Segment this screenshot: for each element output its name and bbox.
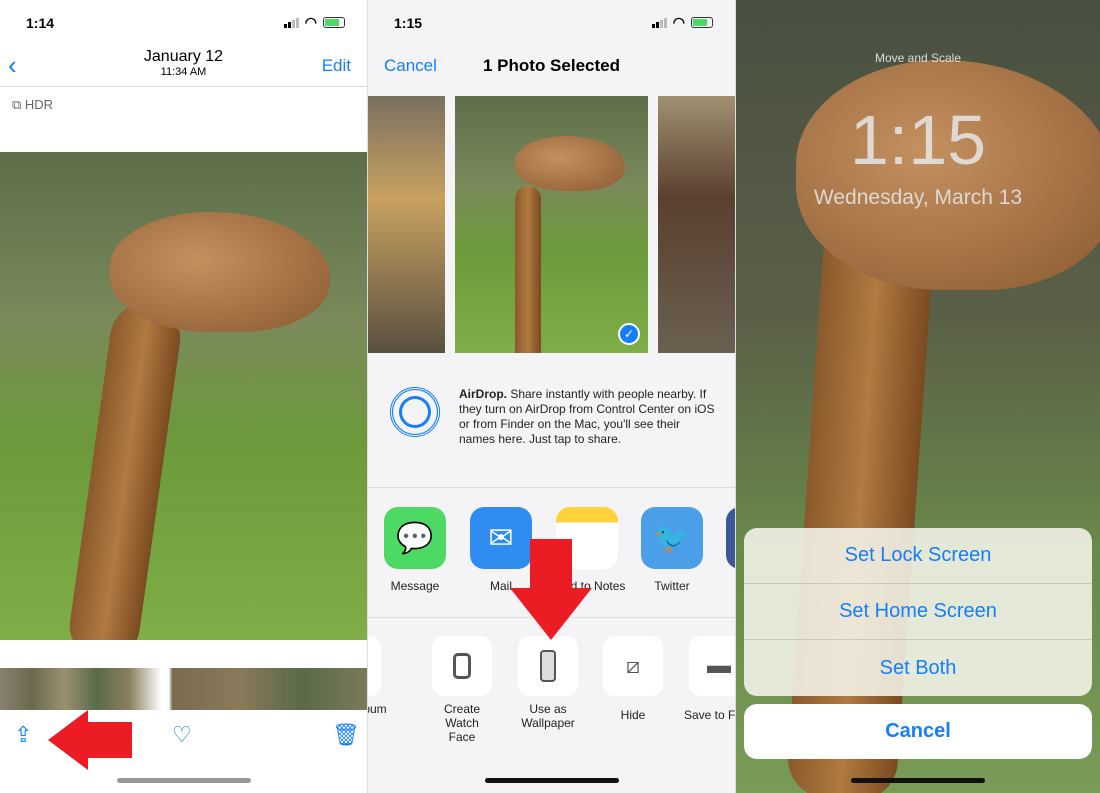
app-twitter[interactable]: 🐦 Twitter xyxy=(641,507,703,593)
red-arrow-down-shaft xyxy=(530,539,572,591)
selection-title: 1 Photo Selected xyxy=(483,56,620,75)
status-time: 1:14 xyxy=(26,15,55,31)
cancel-button[interactable]: Cancel xyxy=(744,704,1092,759)
photos-viewer-screen: 1:14 ◠ ‹ January 12 11:34 AM Edit ⧉ HDR … xyxy=(0,0,367,793)
lock-date: Wednesday, March 13 xyxy=(813,186,1023,209)
photo-thumb-prev[interactable] xyxy=(368,96,445,353)
airdrop-icon xyxy=(390,387,440,437)
red-arrow-down xyxy=(510,588,592,640)
signal-icon xyxy=(283,17,299,28)
photo-thumb-next[interactable] xyxy=(658,96,735,353)
lock-clock: 1:15 xyxy=(849,101,987,179)
home-indicator xyxy=(484,778,619,783)
watch-icon xyxy=(432,636,492,696)
action-add-to-album[interactable]: ⊞Add to Album xyxy=(368,636,396,716)
delete-button[interactable]: 🗑 xyxy=(332,722,360,748)
wifi-icon: ◠ xyxy=(304,14,317,30)
share-sheet-screen: 1:15 ◠ Cancel 1 Photo Selected ✓ AirDrop… xyxy=(368,0,735,793)
action-create-watch-face[interactable]: Create Watch Face xyxy=(417,636,507,744)
red-arrow-left xyxy=(48,710,88,770)
add-album-icon: ⊞ xyxy=(368,636,381,696)
photo-thumb-selected[interactable]: ✓ xyxy=(455,96,648,353)
wallpaper-options-sheet: Set Lock Screen Set Home Screen Set Both xyxy=(744,528,1092,696)
facebook-icon xyxy=(726,507,735,569)
time-subtitle: 11:34 AM xyxy=(160,66,207,78)
phone-icon xyxy=(518,636,578,696)
selected-checkmark-icon: ✓ xyxy=(618,323,640,345)
app-mail[interactable]: ✉ Mail xyxy=(470,507,532,593)
set-home-screen-button[interactable]: Set Home Screen xyxy=(744,584,1092,640)
battery-icon xyxy=(323,17,345,28)
app-message[interactable]: 💬 Message xyxy=(384,507,446,593)
status-bar: 1:14 ◠ xyxy=(0,0,367,40)
hide-icon: ⧄ xyxy=(603,636,663,696)
action-use-as-wallpaper[interactable]: Use as Wallpaper xyxy=(503,636,593,730)
mail-icon: ✉ xyxy=(470,507,532,569)
hdr-badge: ⧉ HDR xyxy=(12,97,54,112)
app-facebook[interactable]: F xyxy=(726,507,735,593)
favorite-button[interactable]: ♡ xyxy=(172,722,192,748)
thumbnail-strip[interactable] xyxy=(0,668,367,710)
set-lock-screen-button[interactable]: Set Lock Screen xyxy=(744,528,1092,584)
status-bar: 1:15 ◠ xyxy=(368,0,735,40)
wifi-icon: ◠ xyxy=(672,14,685,30)
giraffe-photo[interactable] xyxy=(0,152,367,640)
airdrop-section[interactable]: AirDrop. Share instantly with people nea… xyxy=(368,365,735,475)
status-time: 1:15 xyxy=(394,15,423,31)
action-save-to-files[interactable]: ▬Save to Files xyxy=(674,636,735,722)
airdrop-title: AirDrop. xyxy=(459,387,507,401)
action-hide[interactable]: ⧄ Hide xyxy=(588,636,678,722)
home-indicator xyxy=(116,778,251,783)
share-button[interactable]: ⇪ xyxy=(14,722,32,748)
twitter-icon: 🐦 xyxy=(641,507,703,569)
red-arrow-left-shaft xyxy=(86,722,132,758)
folder-icon: ▬ xyxy=(689,636,735,696)
nav-title: January 12 11:34 AM xyxy=(0,48,367,78)
set-both-button[interactable]: Set Both xyxy=(744,640,1092,696)
message-icon: 💬 xyxy=(384,507,446,569)
edit-button[interactable]: Edit xyxy=(322,56,351,76)
battery-icon xyxy=(691,17,713,28)
date-title: January 12 xyxy=(143,48,224,65)
wallpaper-preview-screen[interactable]: Move and Scale 1:15 Wednesday, March 13 … xyxy=(736,0,1100,793)
home-indicator xyxy=(851,778,985,783)
move-and-scale-label: Move and Scale xyxy=(874,51,962,65)
signal-icon xyxy=(651,17,667,28)
